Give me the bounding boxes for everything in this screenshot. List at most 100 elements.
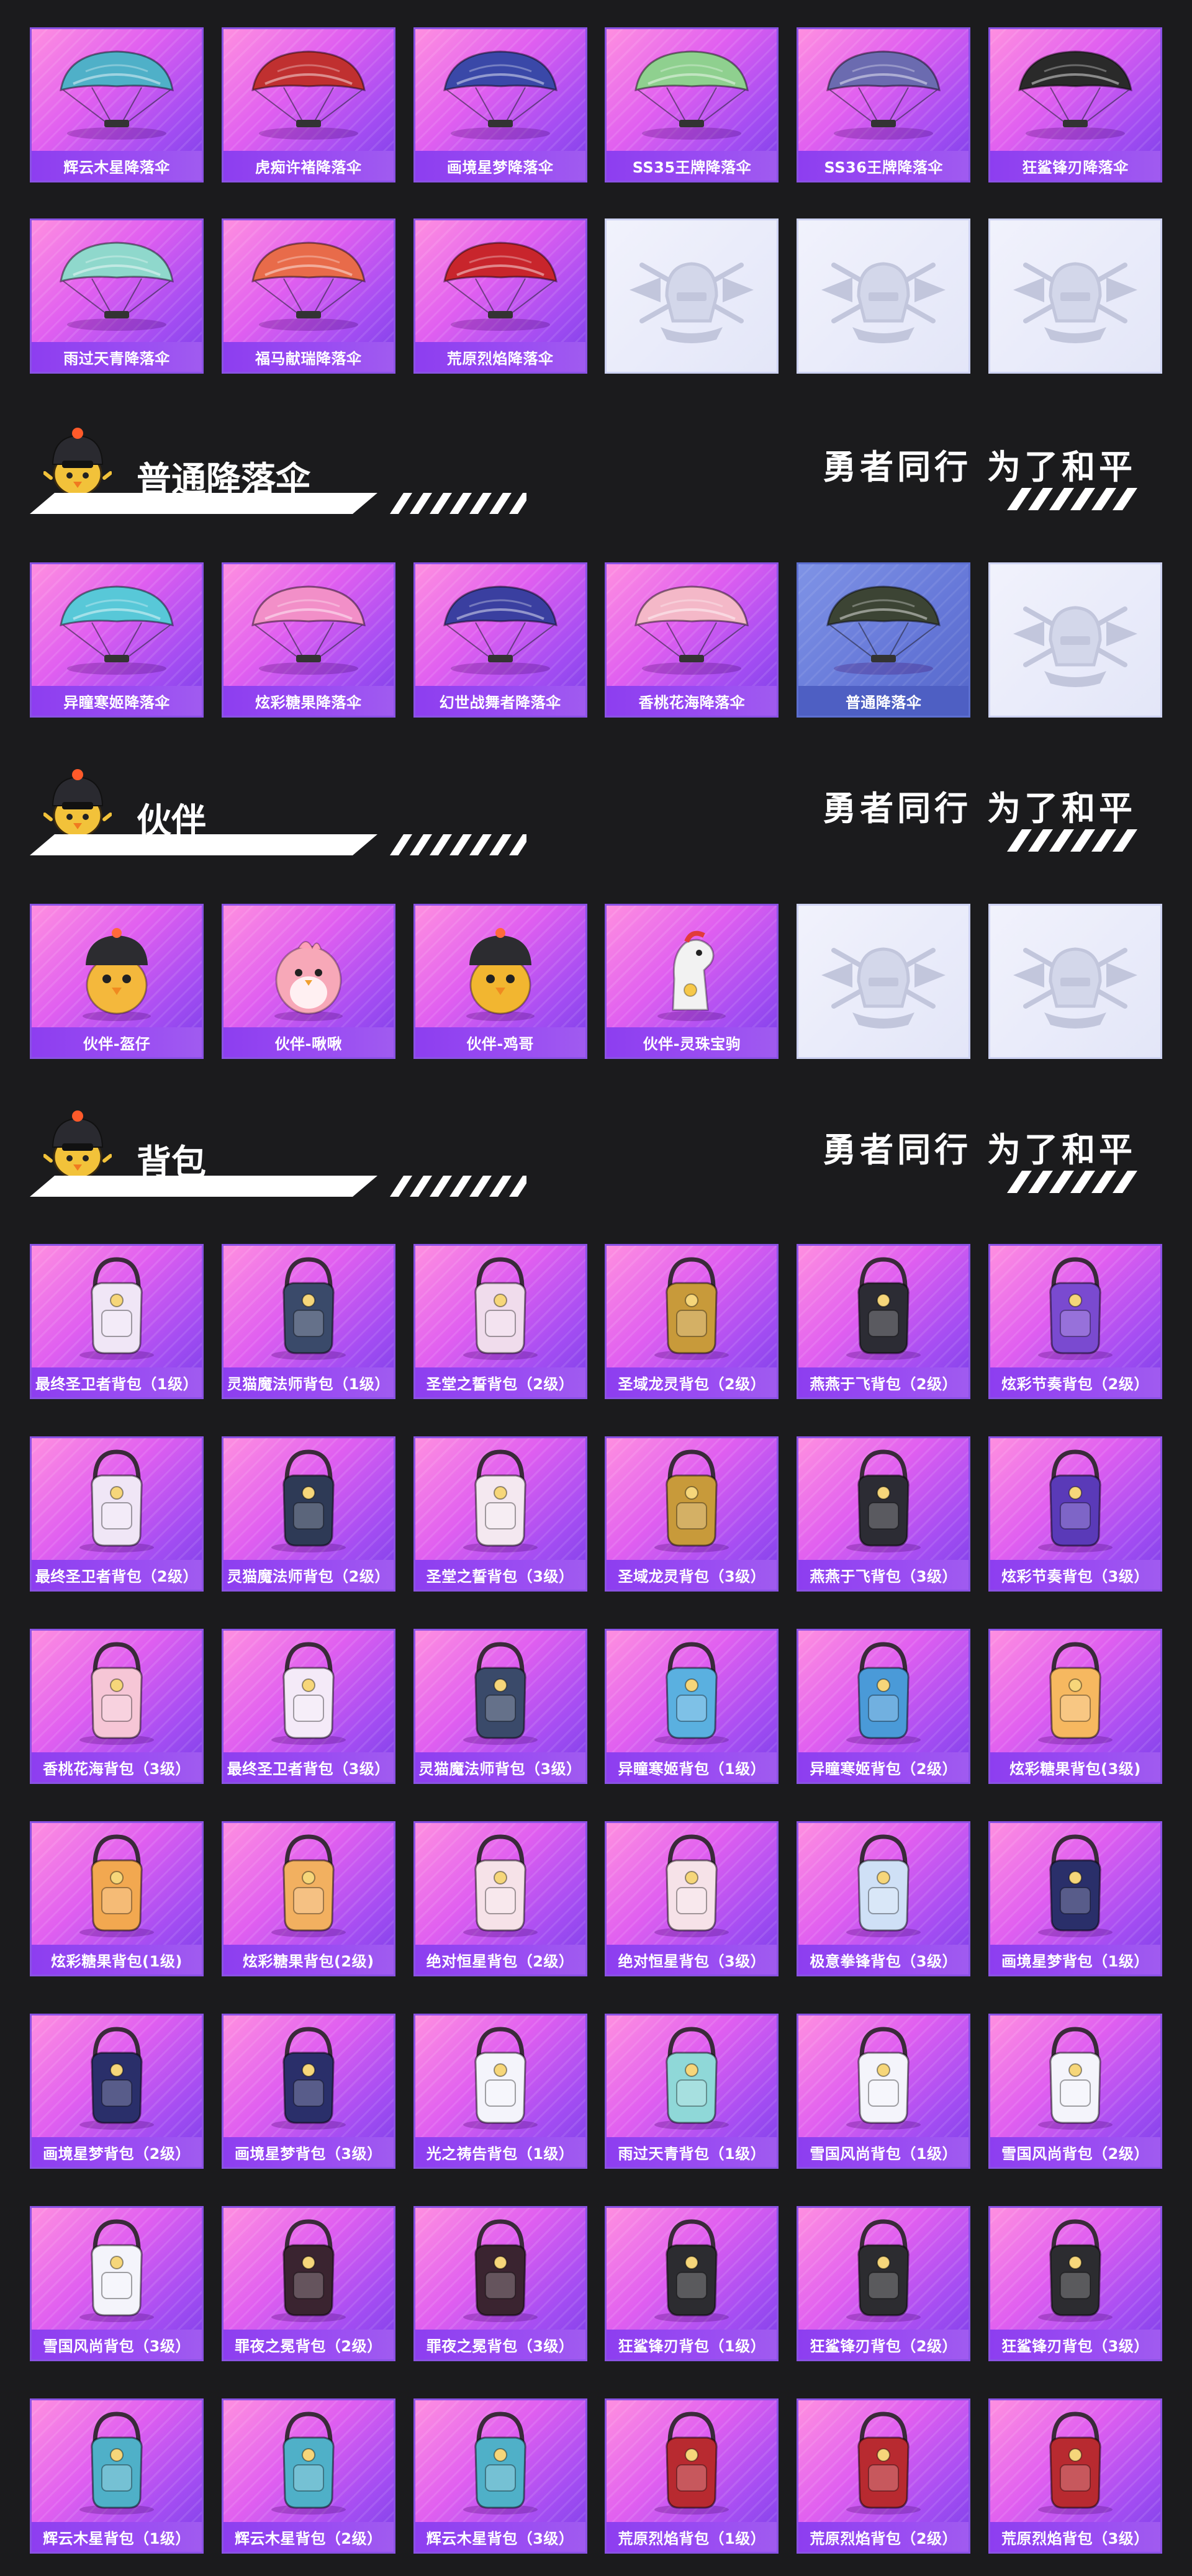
item-label: 辉云木星背包（2级） [223,2522,394,2552]
item-art [32,1438,202,1560]
item-card[interactable]: 雪国风尚背包（3级） [30,2206,204,2361]
title-underline-stripes [30,493,526,514]
backpack-icon [79,2412,154,2515]
item-card[interactable]: SS36王牌降落伞 [797,27,971,182]
item-card[interactable]: 圣域龙灵背包（2级） [605,1244,779,1399]
backpack-icon [271,2412,346,2515]
item-card[interactable]: 灵猫魔法师背包（3级） [413,1629,587,1784]
item-label: 辉云木星背包（1级） [32,2522,202,2552]
item-card[interactable]: 画境星梦背包（3级） [221,2014,395,2169]
item-card[interactable]: 狂鲨锋刃降落伞 [988,27,1162,182]
backpack-icon [463,2412,538,2515]
item-art [607,564,777,686]
section-slogan: 勇者同行 为了和平 [823,448,1136,487]
item-card[interactable]: 炫彩糖果背包(2级) [221,1821,395,1976]
item-card[interactable]: 圣域龙灵背包（3级） [605,1436,779,1592]
item-card[interactable]: 辉云木星背包（1级） [30,2398,204,2554]
item-card[interactable]: 狂鲨锋刃背包（1级） [605,2206,779,2361]
title-underline-stripes [30,1176,526,1197]
item-card[interactable]: 绝对恒星背包（3级） [605,1821,779,1976]
item-card[interactable]: 伙伴-灵珠宝驹 [605,904,779,1059]
item-card[interactable]: 伙伴-盔仔 [30,904,204,1059]
item-card[interactable]: 雨过天青背包（1级） [605,2014,779,2169]
parachute-grid-top: 辉云木星降落伞 虎痴许褚降落伞 画境星梦降落伞 SS35王牌降落伞 SS36王牌降落伞狂… [30,27,1162,374]
item-art [990,906,1160,1057]
item-card[interactable]: 雪国风尚背包（1级） [797,2014,971,2169]
item-card[interactable]: 最终圣卫者背包（3级） [221,1629,395,1784]
item-card[interactable]: 罪夜之冕背包（2级） [221,2206,395,2361]
item-label: 辉云木星背包（3级） [415,2522,585,2552]
item-art [990,1823,1160,1945]
item-art [224,1438,394,1560]
item-card[interactable]: 光之祷告背包（1级） [413,2014,587,2169]
item-card[interactable]: 灵猫魔法师背包（2级） [221,1436,395,1592]
item-card[interactable]: 炫彩糖果背包(1级) [30,1821,204,1976]
item-art [798,1631,968,1752]
parachute-icon [251,50,366,140]
item-card[interactable]: 异瞳寒姬背包（2级） [797,1629,971,1784]
parachute-icon [60,585,174,675]
item-card[interactable]: 荒原烈焰背包（2级） [797,2398,971,2554]
backpack-icon [654,2412,729,2515]
item-card[interactable]: 最终圣卫者背包（2级） [30,1436,204,1592]
item-card[interactable]: 荒原烈焰背包（3级） [988,2398,1162,2554]
item-card[interactable]: 炫彩节奏背包（2级） [988,1244,1162,1399]
empty-item-slot [797,218,971,374]
item-card[interactable]: 绝对恒星背包（2级） [413,1821,587,1976]
item-card[interactable]: 异瞳寒姬降落伞 [30,562,204,718]
item-card[interactable]: 炫彩糖果降落伞 [221,562,395,718]
item-card[interactable]: 罪夜之冕背包（3级） [413,2206,587,2361]
item-card[interactable]: 画境星梦背包（1级） [988,1821,1162,1976]
item-card[interactable]: 狂鲨锋刃背包（2级） [797,2206,971,2361]
item-label: 福马献瑞降落伞 [223,342,394,372]
item-card[interactable]: 香桃花海降落伞 [605,562,779,718]
item-label: 炫彩糖果背包(1级) [32,1945,202,1975]
item-label: 炫彩节奏背包（3级） [990,1560,1160,1590]
item-card[interactable]: 辉云木星降落伞 [30,27,204,182]
item-card[interactable]: 辉云木星背包（3级） [413,2398,587,2554]
item-art [32,906,202,1027]
item-label: 画境星梦降落伞 [415,151,585,181]
backpack-icon [654,1642,729,1745]
backpack-icon [463,1449,538,1552]
item-card[interactable]: 荒原烈焰背包（1级） [605,2398,779,2554]
item-card[interactable]: 伙伴-鸡哥 [413,904,587,1059]
item-card[interactable]: 异瞳寒姬背包（1级） [605,1629,779,1784]
item-card[interactable]: 雨过天青降落伞 [30,218,204,374]
item-card[interactable]: 灵猫魔法师背包（1级） [221,1244,395,1399]
item-card[interactable]: 伙伴-啾啾 [221,904,395,1059]
item-label: 伙伴-啾啾 [223,1027,394,1057]
item-card[interactable]: 荒原烈焰降落伞 [413,218,587,374]
item-art [32,2400,202,2522]
item-card[interactable]: 幻世战舞者降落伞 [413,562,587,718]
item-card[interactable]: 炫彩糖果背包(3级) [988,1629,1162,1784]
item-card[interactable]: 雪国风尚背包（2级） [988,2014,1162,2169]
item-label: 异瞳寒姬背包（2级） [798,1752,969,1782]
item-label: 幻世战舞者降落伞 [415,686,585,716]
item-art [32,1823,202,1945]
item-card[interactable]: 燕燕于飞背包（2级） [797,1244,971,1399]
item-card[interactable]: 狂鲨锋刃背包（3级） [988,2206,1162,2361]
item-card[interactable]: 辉云木星背包（2级） [221,2398,395,2554]
item-art [990,564,1160,716]
item-card[interactable]: 画境星梦背包（2级） [30,2014,204,2169]
item-card[interactable]: 炫彩节奏背包（3级） [988,1436,1162,1592]
item-label: 异瞳寒姬背包（1级） [607,1752,777,1782]
item-card[interactable]: 香桃花海背包（3级） [30,1629,204,1784]
item-card[interactable]: 普通降落伞 [797,562,971,718]
backpack-icon [654,1834,729,1937]
item-card[interactable]: 福马献瑞降落伞 [221,218,395,374]
backpack-icon [1037,1449,1113,1552]
item-card[interactable]: 圣堂之誓背包（3级） [413,1436,587,1592]
item-card[interactable]: 虎痴许褚降落伞 [221,27,395,182]
item-art [32,1246,202,1367]
item-card[interactable]: 画境星梦降落伞 [413,27,587,182]
item-label: 虎痴许褚降落伞 [223,151,394,181]
item-label: 绝对恒星背包（3级） [607,1945,777,1975]
item-card[interactable]: 极意拳锋背包（3级） [797,1821,971,1976]
item-card[interactable]: SS35王牌降落伞 [605,27,779,182]
item-card[interactable]: 燕燕于飞背包（3级） [797,1436,971,1592]
item-card[interactable]: 圣堂之誓背包（2级） [413,1244,587,1399]
section-slogan: 勇者同行 为了和平 [823,789,1136,828]
item-card[interactable]: 最终圣卫者背包（1级） [30,1244,204,1399]
